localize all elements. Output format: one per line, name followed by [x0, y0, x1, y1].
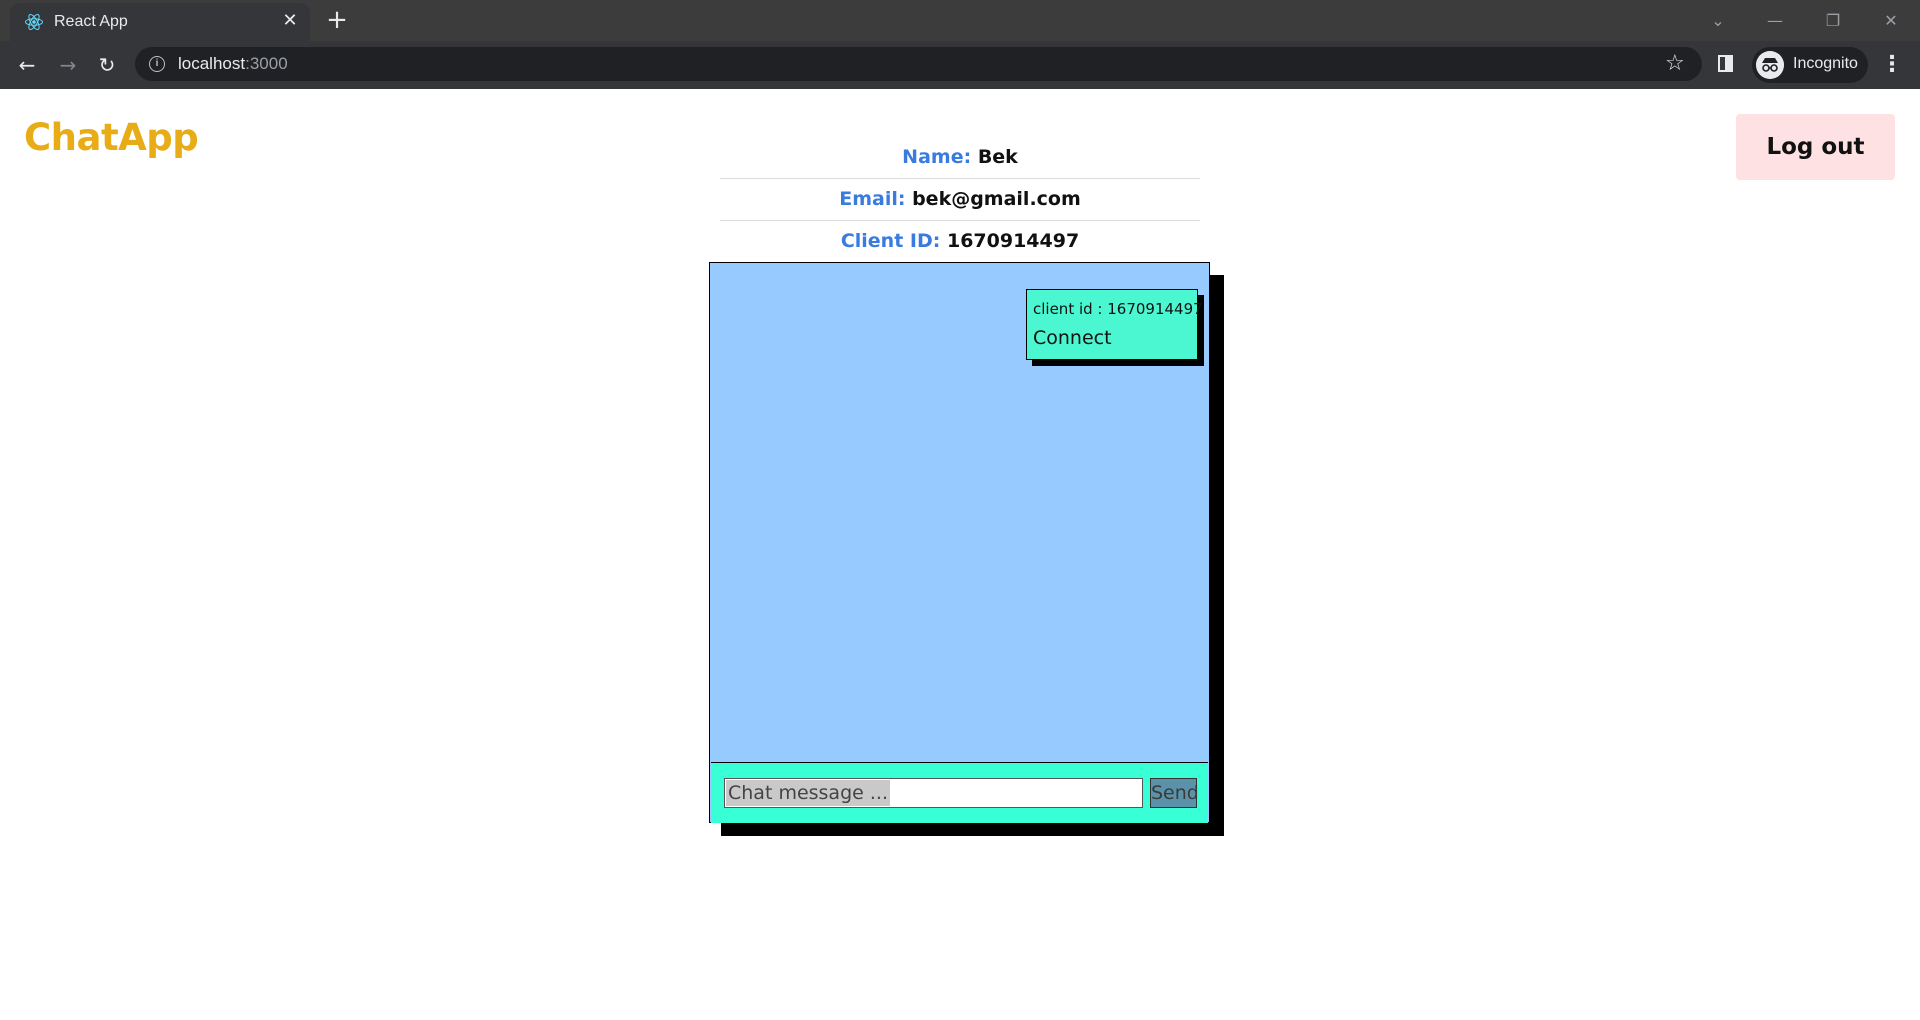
user-email-row: Email: bek@gmail.com: [720, 179, 1200, 221]
plus-icon[interactable]: +: [323, 7, 351, 35]
star-icon[interactable]: ☆: [1665, 51, 1685, 77]
client-id-value: 1670914497: [946, 230, 1080, 252]
send-button[interactable]: Send: [1150, 778, 1199, 808]
chat-message: client id : 1670914497 Connect: [1026, 289, 1203, 360]
name-value: Bek: [977, 146, 1018, 168]
chat-input-placeholder: Chat message ...: [726, 780, 890, 806]
client-id-row: Client ID: 1670914497: [720, 221, 1200, 262]
url-text[interactable]: localhost:3000: [178, 54, 288, 74]
window-close-icon[interactable]: ✕: [1878, 8, 1904, 34]
side-panel-icon[interactable]: [1718, 55, 1733, 72]
incognito-label: Incognito: [1793, 55, 1858, 72]
user-name-row: Name: Bek: [720, 137, 1200, 179]
reload-icon[interactable]: ↻: [93, 51, 121, 79]
page-content: ChatApp Log out Name: Bek Email: bek@gma…: [0, 89, 1920, 1020]
browser-toolbar: ← → ↻ i localhost:3000 ☆ Incognito ⋮: [0, 41, 1920, 89]
message-text: Connect: [1033, 327, 1112, 349]
url-host: localhost: [178, 54, 246, 73]
name-label: Name:: [902, 146, 972, 168]
url-port: :3000: [245, 54, 288, 73]
incognito-profile-button[interactable]: Incognito: [1752, 47, 1868, 83]
restore-icon[interactable]: ❐: [1820, 8, 1846, 34]
client-id-label: Client ID:: [840, 230, 941, 252]
minimize-icon[interactable]: —: [1762, 8, 1788, 34]
app-logo: ChatApp: [24, 116, 199, 159]
forward-icon[interactable]: →: [54, 51, 82, 79]
chat-input-bar: Chat message ... Send: [711, 762, 1208, 823]
chevron-down-icon[interactable]: ⌄: [1705, 8, 1731, 34]
address-bar[interactable]: i localhost:3000 ☆: [135, 47, 1702, 81]
browser-tab-strip: React App ✕ + ⌄ — ❐ ✕: [0, 0, 1920, 41]
browser-tab[interactable]: React App ✕: [10, 3, 310, 41]
back-icon[interactable]: ←: [13, 51, 41, 79]
user-info-table: Name: Bek Email: bek@gmail.com Client ID…: [720, 137, 1200, 262]
close-icon[interactable]: ✕: [278, 9, 302, 33]
logout-button[interactable]: Log out: [1736, 114, 1895, 180]
menu-icon[interactable]: ⋮: [1880, 51, 1904, 79]
info-icon[interactable]: i: [149, 56, 165, 72]
react-favicon-icon: [25, 13, 43, 31]
email-value: bek@gmail.com: [912, 188, 1081, 210]
tab-title: React App: [54, 13, 128, 30]
chat-message-input[interactable]: Chat message ...: [724, 778, 1143, 808]
incognito-icon: [1756, 51, 1784, 79]
email-label: Email:: [839, 188, 906, 210]
chat-window: client id : 1670914497 Connect Chat mess…: [709, 262, 1210, 823]
message-client-id: client id : 1670914497: [1033, 300, 1203, 318]
